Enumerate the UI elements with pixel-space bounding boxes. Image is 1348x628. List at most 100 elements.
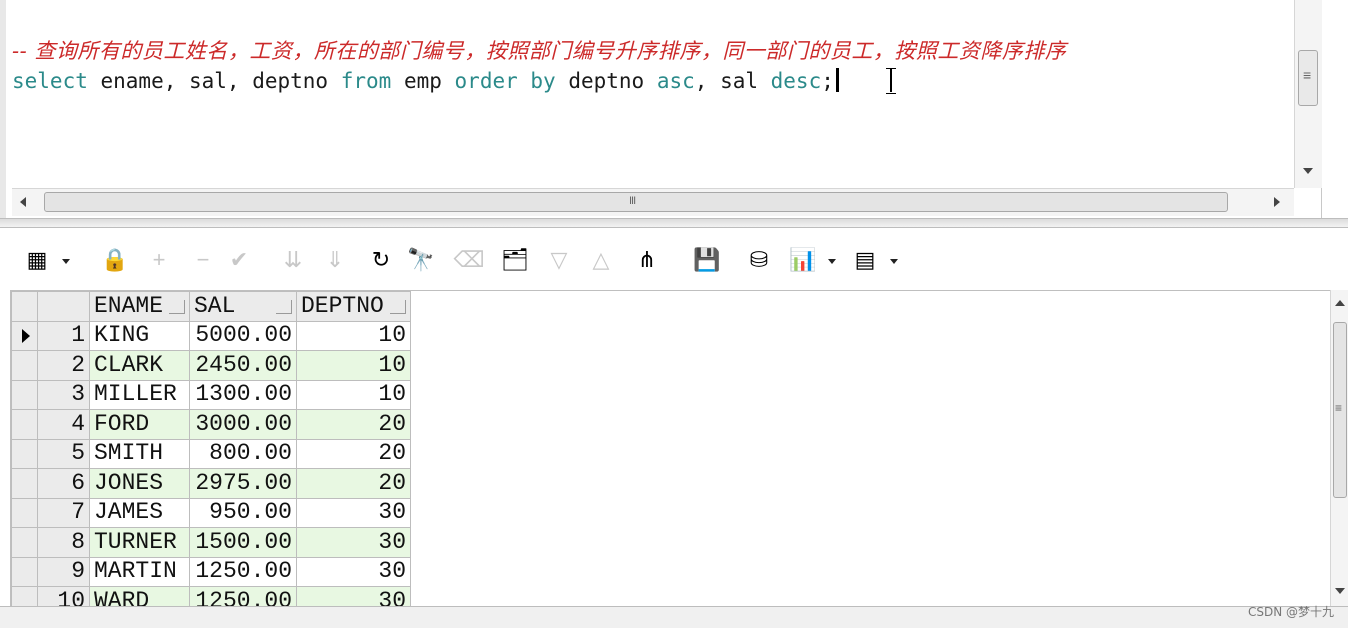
column-header-ename[interactable]: ENAME [89, 291, 190, 322]
sql-keyword: select [12, 69, 88, 93]
editor-vertical-scrollbar[interactable] [1294, 0, 1322, 188]
find-icon[interactable]: 🔭 [404, 246, 438, 274]
fetch-next-icon[interactable]: ⇊ [276, 246, 310, 274]
cell-sal[interactable]: 1300.00 [189, 379, 297, 410]
cell-ename[interactable]: JAMES [89, 497, 190, 528]
refresh-icon[interactable]: ↻ [364, 246, 398, 274]
editor-hscroll-thumb[interactable] [44, 192, 1228, 212]
cell-sal[interactable]: 1250.00 [189, 556, 297, 587]
cell-deptno[interactable]: 20 [296, 409, 411, 440]
table-row[interactable]: 6 JONES 2975.00 20 [11, 468, 411, 499]
column-header-deptno[interactable]: DEPTNO [296, 291, 411, 322]
cell-ename[interactable]: MILLER [89, 379, 190, 410]
cell-ename[interactable]: JONES [89, 468, 190, 499]
cell-ename[interactable]: FORD [89, 409, 190, 440]
row-number[interactable]: 2 [37, 350, 90, 381]
row-marker[interactable] [11, 350, 38, 381]
cell-deptno[interactable]: 30 [296, 497, 411, 528]
dropdown-arrow-icon[interactable] [890, 259, 898, 264]
editor-scroll-down-icon[interactable] [1303, 168, 1313, 174]
chart-icon[interactable]: 📊 [786, 246, 820, 274]
grid-view-icon[interactable]: ▦ [20, 246, 54, 274]
grid-vscroll-thumb[interactable] [1333, 322, 1347, 498]
cell-ename[interactable]: MARTIN [89, 556, 190, 587]
cell-deptno[interactable]: 10 [296, 379, 411, 410]
table-row[interactable]: 3 MILLER 1300.00 10 [11, 379, 411, 410]
cell-deptno[interactable]: 30 [296, 556, 411, 587]
table-row[interactable]: 4 FORD 3000.00 20 [11, 409, 411, 440]
cell-deptno[interactable]: 10 [296, 320, 411, 351]
cell-deptno[interactable]: 30 [296, 527, 411, 558]
export-icon[interactable]: ⛁ [742, 246, 776, 274]
add-record-icon[interactable]: + [142, 246, 176, 274]
cell-sal[interactable]: 950.00 [189, 497, 297, 528]
table-row[interactable]: 5 SMITH 800.00 20 [11, 438, 411, 469]
clear-icon[interactable]: ⌫ [452, 246, 486, 274]
table-icon[interactable]: ▤ [848, 246, 882, 274]
row-number[interactable]: 9 [37, 556, 90, 587]
row-marker[interactable] [11, 409, 38, 440]
row-number[interactable]: 5 [37, 438, 90, 469]
cell-deptno[interactable]: 20 [296, 438, 411, 469]
grid-scroll-up-icon[interactable] [1335, 300, 1345, 306]
column-menu-icon[interactable] [169, 300, 185, 314]
row-number[interactable]: 8 [37, 527, 90, 558]
dropdown-arrow-icon[interactable] [828, 259, 836, 264]
editor-horizontal-scrollbar[interactable] [12, 188, 1294, 216]
next-record-icon[interactable]: ▽ [542, 246, 576, 274]
row-marker[interactable] [11, 527, 38, 558]
editor-text[interactable]: -- 查询所有的员工姓名，工资，所在的部门编号，按照部门编号升序排序，同一部门的… [12, 36, 1287, 96]
cell-sal[interactable]: 2450.00 [189, 350, 297, 381]
column-header-sal[interactable]: SAL [189, 291, 297, 322]
scroll-right-icon[interactable] [1274, 197, 1280, 207]
table-row[interactable]: 7 JAMES 950.00 30 [11, 497, 411, 528]
row-number[interactable]: 7 [37, 497, 90, 528]
cell-ename[interactable]: TURNER [89, 527, 190, 558]
row-number[interactable]: 6 [37, 468, 90, 499]
query-by-example-icon[interactable]: 🗂 [498, 246, 532, 274]
header-row: ENAME SAL DEPTNO [11, 291, 411, 322]
table-row[interactable]: 1 KING 5000.00 10 [11, 320, 411, 351]
fetch-last-icon[interactable]: ⇓ [318, 246, 352, 274]
sql-statement-line: select ename, sal, deptno from emp order… [12, 66, 1287, 96]
cell-ename[interactable]: SMITH [89, 438, 190, 469]
cell-sal[interactable]: 1500.00 [189, 527, 297, 558]
cell-sal[interactable]: 2975.00 [189, 468, 297, 499]
table-row[interactable]: 2 CLARK 2450.00 10 [11, 350, 411, 381]
editor-vscroll-thumb[interactable] [1298, 50, 1318, 106]
row-marker[interactable] [11, 320, 38, 351]
scroll-left-icon[interactable] [20, 197, 26, 207]
grid-scroll-down-icon[interactable] [1335, 588, 1345, 594]
column-menu-icon[interactable] [276, 300, 292, 314]
delete-record-icon[interactable]: − [186, 246, 220, 274]
row-marker[interactable] [11, 438, 38, 469]
cell-deptno[interactable]: 10 [296, 350, 411, 381]
sql-editor[interactable]: -- 查询所有的员工姓名，工资，所在的部门编号，按照部门编号升序排序，同一部门的… [0, 0, 1322, 218]
result-grid[interactable]: ENAME SAL DEPTNO 1 KING 5000.00 10 2 CLARK 245… [10, 290, 1330, 617]
column-menu-icon[interactable] [390, 300, 406, 314]
cell-deptno[interactable]: 20 [296, 468, 411, 499]
explain-plan-icon[interactable]: ⋔ [630, 246, 664, 274]
pane-splitter[interactable] [0, 218, 1348, 228]
row-marker[interactable] [11, 497, 38, 528]
table-row[interactable]: 9 MARTIN 1250.00 30 [11, 556, 411, 587]
dropdown-arrow-icon[interactable] [62, 259, 70, 264]
lock-icon[interactable]: 🔒 [98, 246, 132, 274]
previous-record-icon[interactable]: △ [584, 246, 618, 274]
row-marker[interactable] [11, 379, 38, 410]
row-number[interactable]: 4 [37, 409, 90, 440]
cell-ename[interactable]: CLARK [89, 350, 190, 381]
row-number[interactable]: 1 [37, 320, 90, 351]
cell-sal[interactable]: 5000.00 [189, 320, 297, 351]
text-caret [835, 68, 839, 92]
cell-ename[interactable]: KING [89, 320, 190, 351]
table-row[interactable]: 8 TURNER 1500.00 30 [11, 527, 411, 558]
row-number[interactable]: 3 [37, 379, 90, 410]
post-changes-icon[interactable]: ✔ [222, 246, 256, 274]
grid-vertical-scrollbar[interactable] [1330, 290, 1348, 606]
row-marker[interactable] [11, 556, 38, 587]
row-marker[interactable] [11, 468, 38, 499]
cell-sal[interactable]: 800.00 [189, 438, 297, 469]
save-icon[interactable]: 💾 [690, 246, 724, 274]
cell-sal[interactable]: 3000.00 [189, 409, 297, 440]
